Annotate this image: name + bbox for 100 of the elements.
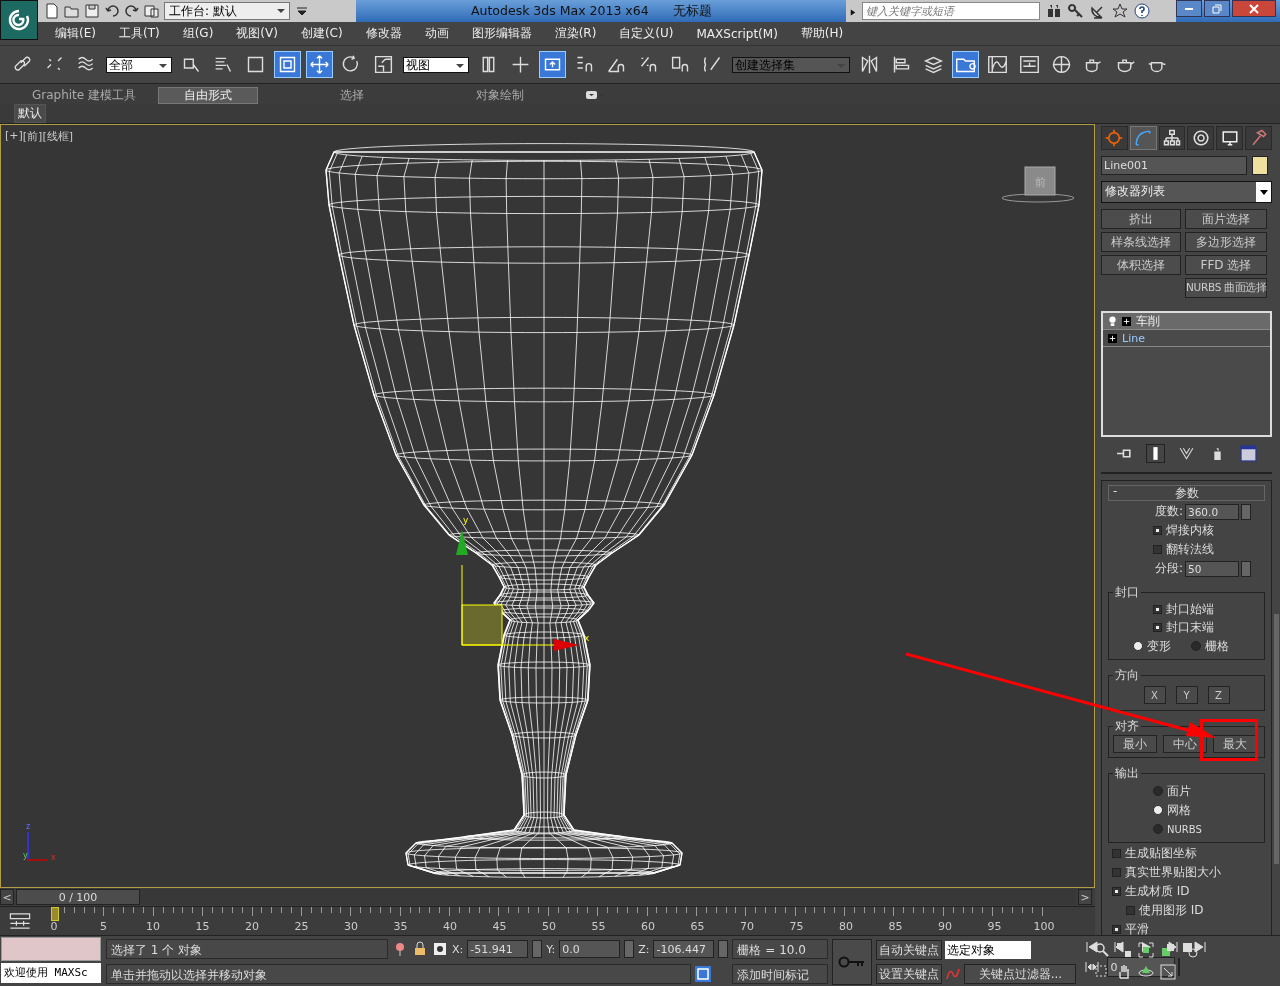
viewport-label[interactable]: [+] [5,129,23,145]
align-button[interactable]: 最小 [1113,735,1157,754]
modifier-button[interactable]: FFD 选择 [1185,255,1267,276]
checkbox[interactable] [1112,868,1121,878]
expand-plus-icon[interactable] [1108,333,1117,343]
modifier-button[interactable]: 多边形选择 [1185,232,1267,253]
axis-button[interactable]: Z [1207,686,1230,705]
go-to-end-icon[interactable] [1192,939,1209,956]
ribbon-options-icon[interactable] [584,89,606,100]
modifier-button[interactable]: 体积选择 [1101,255,1181,276]
radio-button[interactable] [1153,824,1163,835]
minimize-button[interactable] [1176,0,1202,17]
radio-button[interactable] [1191,641,1201,652]
track-bar-toggle-icon[interactable] [8,911,32,932]
menu-item[interactable]: 编辑(E) [55,25,96,43]
menu-item[interactable]: 创建(C) [300,25,343,43]
checkbox[interactable] [1153,526,1162,536]
segments-field[interactable]: 50 [1185,560,1239,577]
fork-icon[interactable] [1178,445,1195,463]
radio-button[interactable] [1153,786,1163,797]
show-end-result-icon[interactable] [1147,445,1164,463]
modifier-button[interactable]: 样条线选择 [1101,232,1181,253]
menu-item[interactable]: 动画 [424,25,449,43]
close-button[interactable] [1232,0,1276,17]
help-icon[interactable] [1134,3,1150,19]
toolbar-dropdown[interactable]: 视图 [403,56,469,73]
next-frame-button[interactable]: > [1078,889,1092,906]
coordinate-field[interactable]: -106.447 [653,940,715,959]
checkbox[interactable] [1153,605,1162,615]
monitor-tab[interactable] [1216,126,1244,151]
rollout-header[interactable]: - 参数 [1108,485,1265,502]
absolute-mode-icon[interactable] [432,941,448,958]
menu-item[interactable]: 组(G) [182,25,214,43]
object-color-swatch[interactable] [1252,156,1268,176]
binoculars-icon[interactable] [1046,3,1062,19]
isolate-selection-icon[interactable] [695,966,711,983]
hammer-tab[interactable] [1245,126,1272,151]
color-swatch[interactable] [1,937,101,962]
ribbon-tab[interactable]: 自由形式 [158,86,258,104]
workspace-dropdown[interactable]: 工作台: 默认 [164,2,290,20]
panel-scrollbar[interactable] [1274,614,1279,865]
redo-icon[interactable] [124,3,140,19]
sun-tab[interactable] [1101,126,1128,151]
radio-button[interactable] [1153,805,1163,816]
spinner-icon[interactable] [532,940,543,959]
zoom-icon[interactable] [1094,942,1111,959]
configure-sets-icon[interactable] [1240,445,1257,463]
project-folder-icon[interactable] [144,3,160,19]
search-field[interactable]: 键入关键字或短语 [862,2,1040,20]
key-filters-button[interactable]: 关键点过滤器... [964,964,1077,985]
checkbox[interactable] [1112,887,1121,897]
curve-tab[interactable] [1129,126,1157,151]
modifier-button[interactable]: 挤出 [1101,209,1181,230]
toolbar-dropdown[interactable]: 全部 [106,56,172,73]
checkbox[interactable] [1153,623,1162,633]
menu-item[interactable]: 图形编辑器 [471,25,532,43]
maximize-viewport-icon[interactable] [1160,964,1177,981]
padlock-icon[interactable] [412,941,428,958]
align-button[interactable]: 中心 [1163,735,1207,754]
collapse-toggle[interactable]: - [1113,484,1118,499]
coordinate-field[interactable]: -51.941 [467,940,529,959]
menu-item[interactable]: MAXScript(M) [696,26,778,41]
modifier-list-dropdown[interactable]: 修改器列表 [1101,181,1272,204]
spinner-icon[interactable] [1241,560,1251,577]
zoom-extents-all-icon[interactable] [1160,942,1177,959]
frame-counter[interactable]: 0 / 100 [16,889,140,906]
expand-plus-icon[interactable] [1122,316,1131,326]
viewport-label[interactable]: [前] [22,129,43,145]
degrees-field[interactable]: 360.0 [1185,503,1239,520]
checkbox[interactable] [1126,906,1135,916]
zoom-all-icon[interactable] [1116,942,1133,959]
radio-button[interactable] [1133,641,1143,652]
spinner-icon[interactable] [624,940,635,959]
menu-item[interactable]: 渲染(R) [554,25,597,43]
set-key-mode-button[interactable]: 设置关键点 [876,964,943,985]
stack-item[interactable]: Line [1122,331,1145,345]
satellite-dish-icon[interactable] [1090,3,1106,19]
time-cursor[interactable] [51,907,59,922]
modifier-button[interactable]: 面片选择 [1185,209,1267,230]
menu-item[interactable]: 工具(T) [118,25,160,43]
object-name-field[interactable]: Line001 [1101,156,1247,176]
spinner-icon[interactable] [718,940,729,959]
viewcube-drawing[interactable] [1001,166,1075,203]
star-icon[interactable] [1112,3,1128,19]
menu-item[interactable]: 自定义(U) [619,25,674,43]
snap-toggle-icon[interactable] [540,52,565,78]
modifier-button[interactable]: NURBS 曲面选择 [1185,278,1267,299]
undo-icon[interactable] [104,3,120,19]
go-to-start-icon[interactable] [1084,939,1101,956]
maxscript-listener[interactable]: 欢迎使用 MAXSc [1,963,101,984]
previous-frame-button[interactable]: < [0,889,14,906]
menu-item[interactable]: 视图(V) [236,25,278,43]
axis-button[interactable]: X [1143,686,1166,705]
disc-tab[interactable] [1187,126,1215,151]
stack-item[interactable]: 车削 [1136,312,1160,330]
move-icon[interactable] [307,52,332,78]
field-of-view-icon[interactable] [1182,942,1199,959]
spinner-icon[interactable] [1241,503,1251,520]
save-icon[interactable] [84,3,100,19]
coordinate-field[interactable]: 0.0 [559,940,621,959]
